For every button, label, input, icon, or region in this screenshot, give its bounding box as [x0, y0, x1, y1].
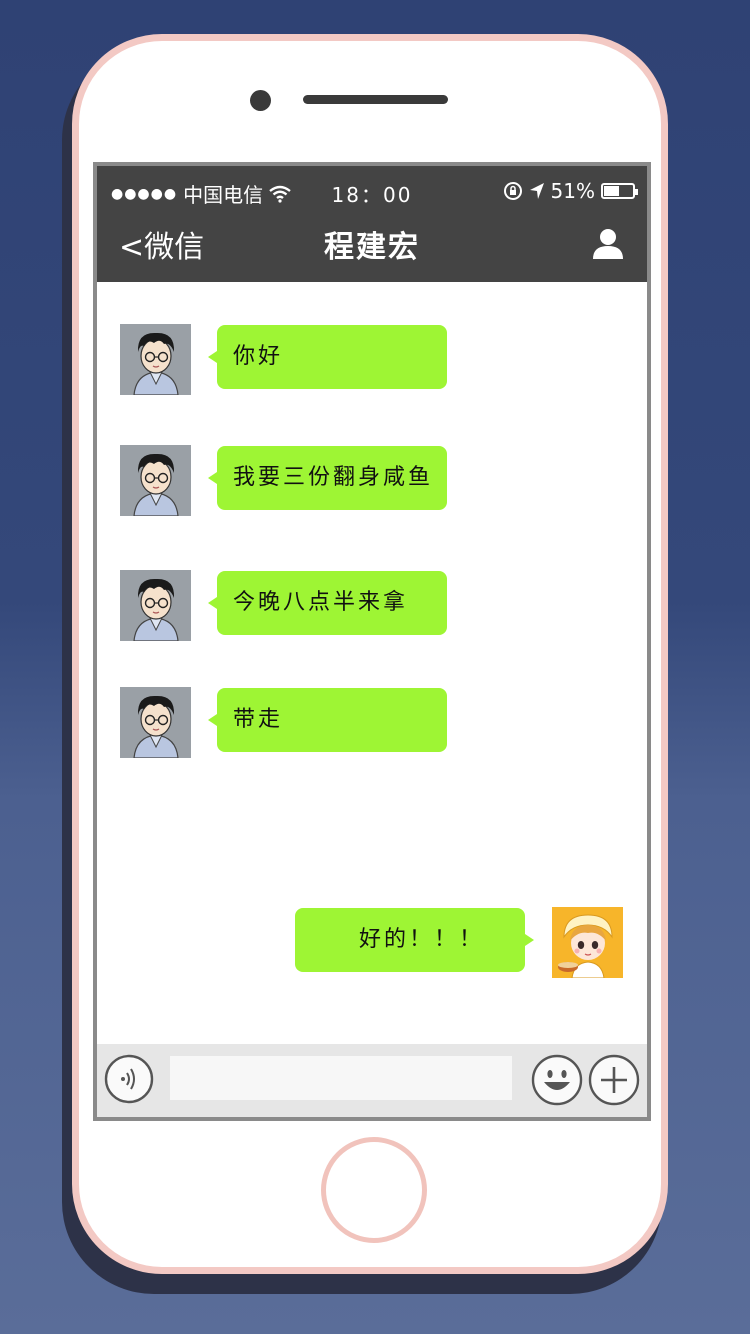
voice-icon[interactable]	[104, 1054, 154, 1104]
battery-fill	[604, 186, 620, 196]
rotation-lock-icon	[503, 182, 522, 200]
message-bubble[interactable]: 你好	[208, 325, 447, 389]
status-bar: ●●●●● 中国电信 18：00 51%	[97, 166, 647, 216]
contact-avatar[interactable]	[120, 687, 191, 759]
location-arrow-icon	[529, 183, 544, 199]
status-right: 51%	[503, 179, 638, 203]
chat-title: 程建宏	[324, 230, 420, 265]
contact-avatar[interactable]	[120, 570, 191, 642]
earpiece-speaker	[303, 95, 448, 104]
message-bubble[interactable]: 今晚八点半来拿	[208, 571, 447, 635]
input-bar	[97, 1044, 647, 1117]
message-bubble[interactable]: 带走	[208, 688, 447, 752]
front-camera	[250, 90, 271, 111]
message-input[interactable]	[170, 1056, 512, 1100]
my-avatar[interactable]	[552, 907, 623, 979]
emoji-icon[interactable]	[531, 1054, 583, 1106]
nav-bar: <微信 程建宏	[97, 216, 647, 282]
battery-percent: 51%	[550, 179, 595, 203]
battery-icon	[601, 183, 638, 199]
home-button[interactable]	[321, 1137, 427, 1243]
battery-nub	[635, 189, 638, 195]
top-bar: ●●●●● 中国电信 18：00 51% <微信 程建宏	[97, 166, 647, 282]
plus-icon[interactable]	[588, 1054, 640, 1106]
message-bubble[interactable]: 我要三份翻身咸鱼	[208, 446, 447, 510]
phone-screen: ●●●●● 中国电信 18：00 51% <微信 程建宏 你好 我要三份翻身咸鱼…	[93, 162, 651, 1121]
contact-avatar[interactable]	[120, 324, 191, 396]
person-icon[interactable]	[591, 226, 625, 260]
message-bubble[interactable]: 好的！！！	[295, 908, 534, 972]
contact-avatar[interactable]	[120, 445, 191, 517]
